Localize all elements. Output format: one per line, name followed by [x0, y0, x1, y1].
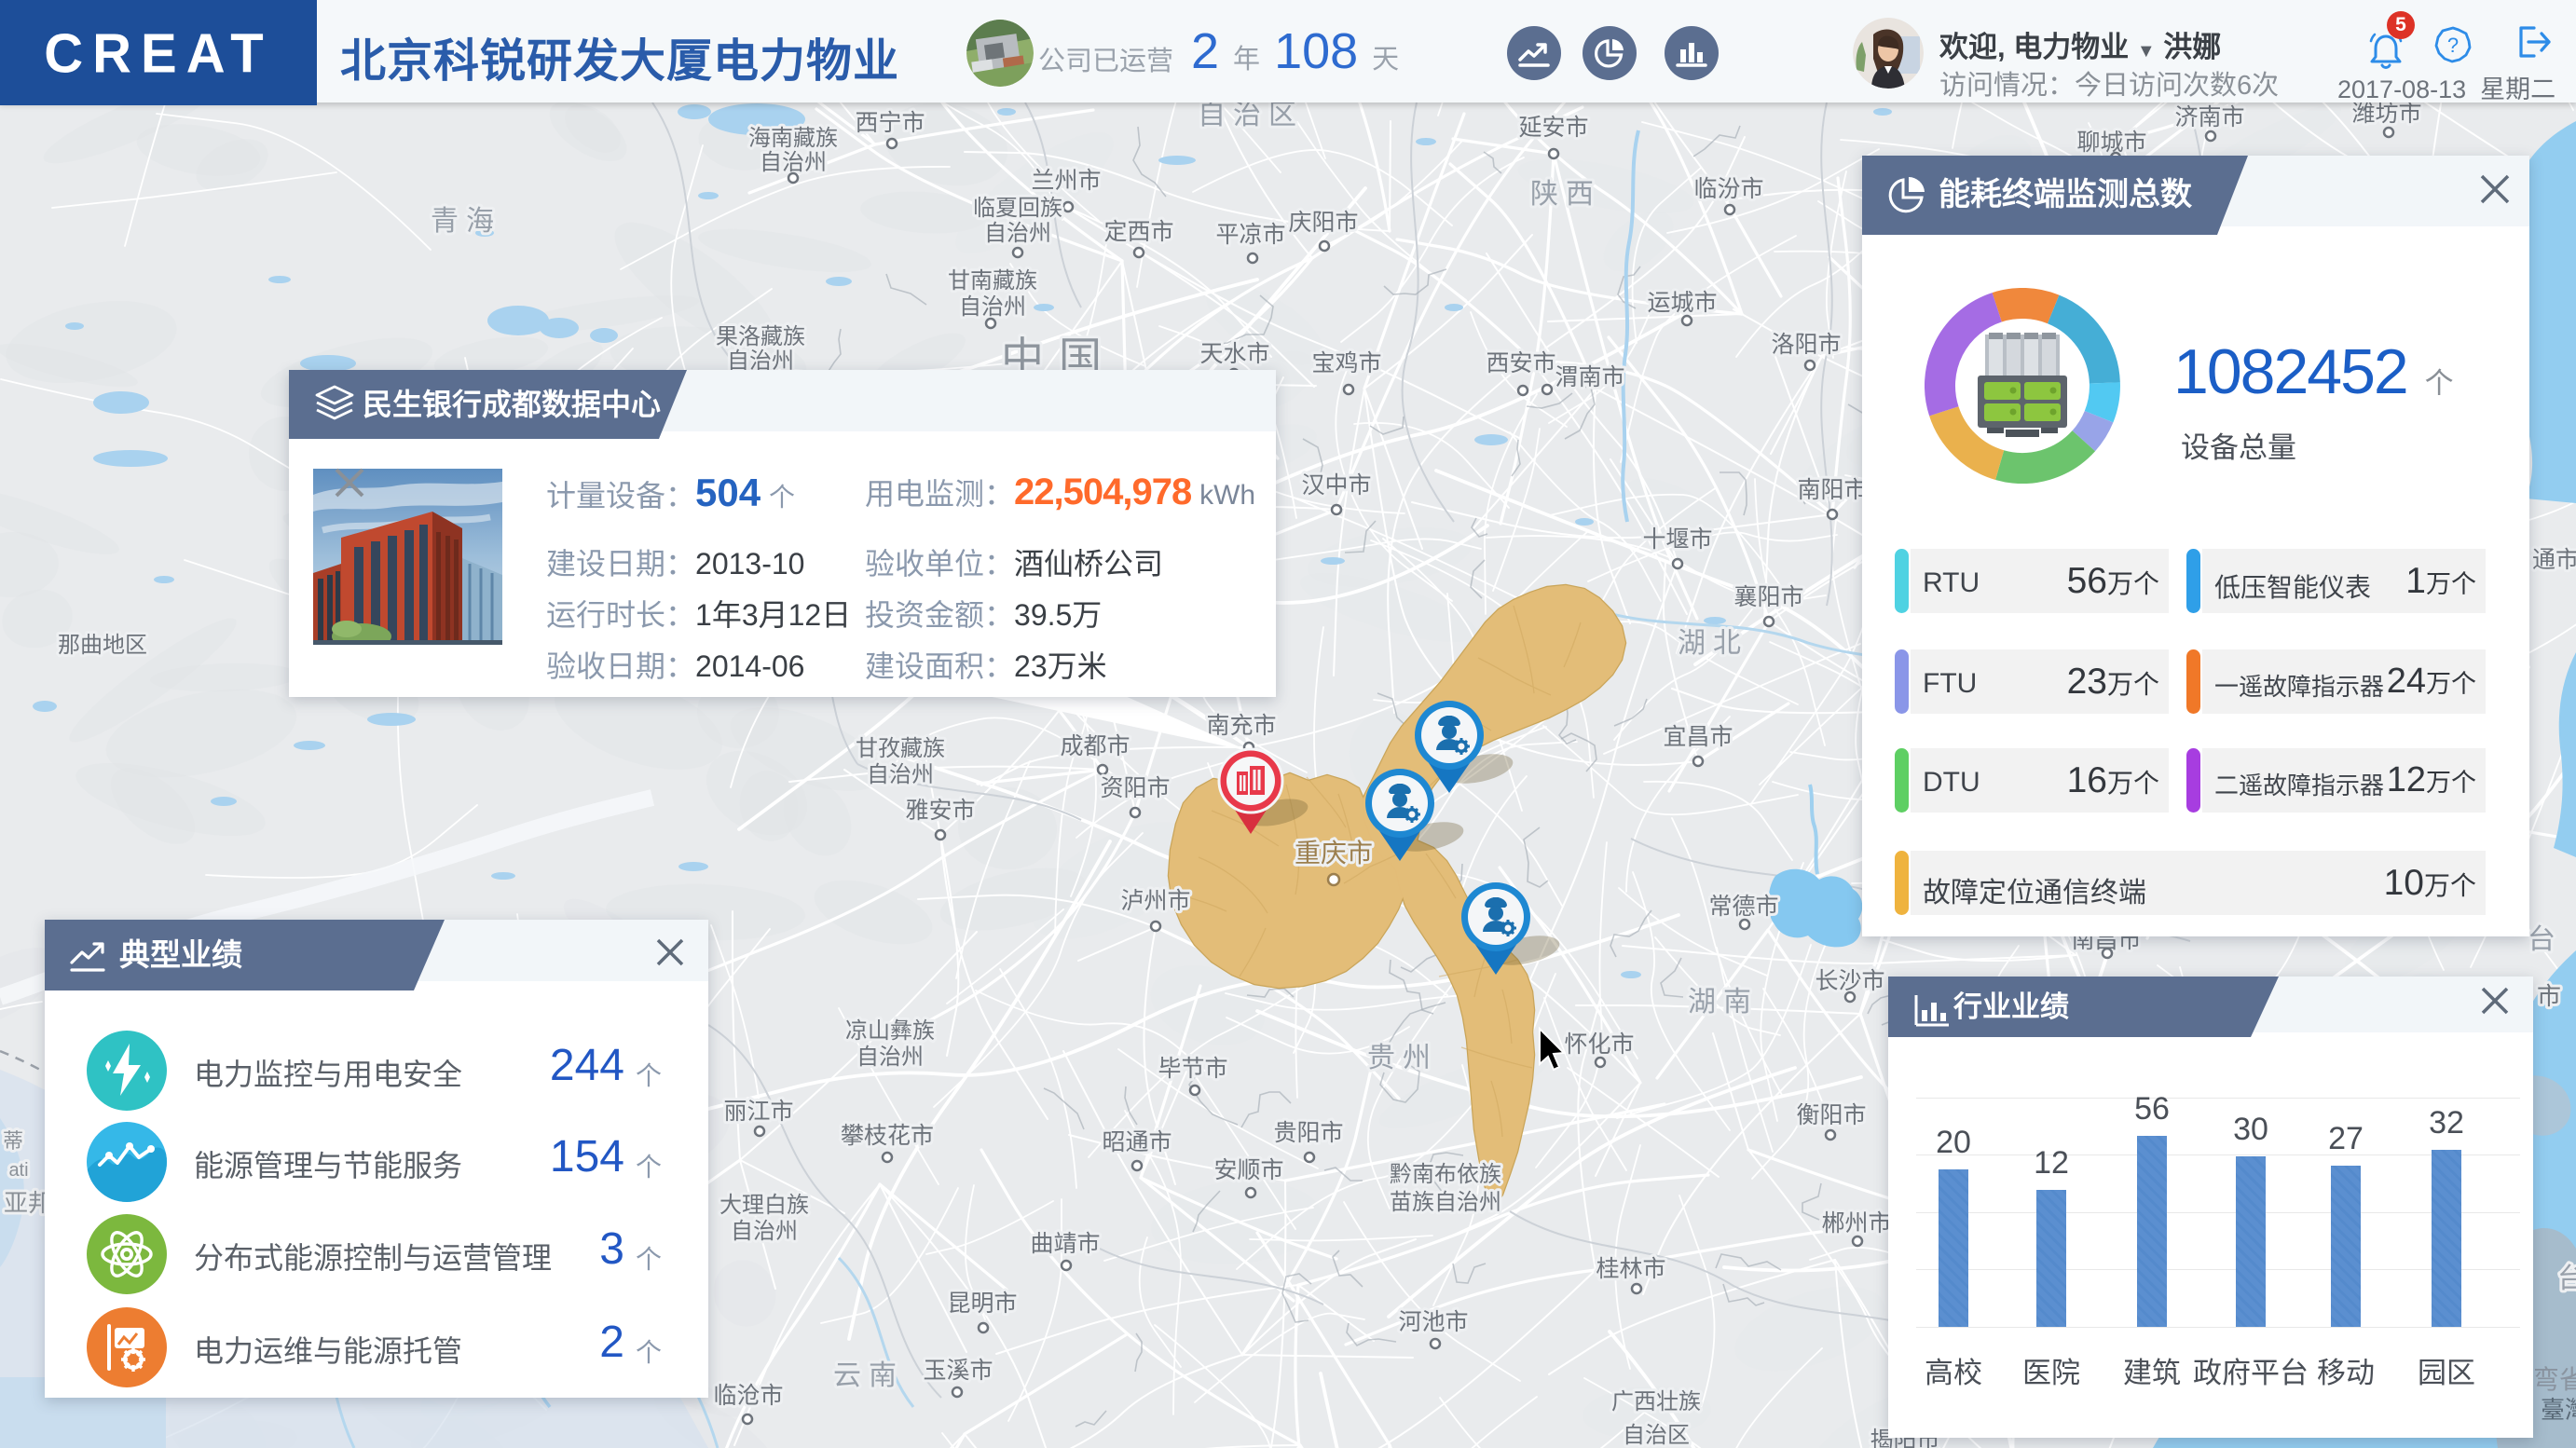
svg-text:大理白族: 大理白族: [719, 1193, 809, 1218]
svg-text:云南: 云南: [833, 1360, 904, 1391]
svg-text:长沙市: 长沙市: [1815, 968, 1884, 994]
svg-text:临夏回族: 临夏回族: [973, 196, 1062, 221]
svg-text:资阳市: 资阳市: [1100, 775, 1170, 801]
svg-text:广西壮族: 广西壮族: [1611, 1389, 1701, 1414]
svg-text:通市: 通市: [2532, 547, 2576, 573]
svg-text:昭通市: 昭通市: [1102, 1129, 1172, 1155]
svg-text:汉中市: 汉中市: [1301, 472, 1371, 499]
svg-text:西安市: 西安市: [1486, 350, 1555, 376]
svg-text:毕节市: 毕节市: [1158, 1056, 1227, 1082]
svg-text:自治州: 自治州: [760, 150, 827, 175]
svg-text:攀枝花市: 攀枝花市: [841, 1123, 934, 1149]
svg-text:果洛藏族: 果洛藏族: [716, 324, 805, 349]
svg-text:西宁市: 西宁市: [855, 110, 925, 136]
svg-text:自治州: 自治州: [731, 1219, 798, 1244]
svg-text:定西市: 定西市: [1103, 219, 1173, 245]
svg-text:常德市: 常德市: [1708, 894, 1778, 920]
svg-text:甘南藏族: 甘南藏族: [948, 268, 1037, 294]
svg-text:台: 台: [2557, 1264, 2576, 1294]
svg-text:臺灣: 臺灣: [2541, 1396, 2576, 1424]
svg-text:黔南布依族: 黔南布依族: [1390, 1162, 1501, 1187]
svg-text:湖南: 湖南: [1688, 987, 1759, 1018]
svg-text:渭南市: 渭南市: [1555, 364, 1624, 390]
svg-text:台: 台: [2528, 924, 2563, 955]
svg-text:济南市: 济南市: [2174, 104, 2244, 130]
svg-text:临沧市: 临沧市: [713, 1383, 783, 1409]
svg-text:自治州: 自治州: [959, 294, 1026, 320]
svg-text:海南藏族: 海南藏族: [748, 126, 838, 151]
svg-text:曲靖市: 曲靖市: [1030, 1231, 1100, 1257]
svg-text:自治区: 自治区: [1198, 100, 1304, 130]
svg-text:宜昌市: 宜昌市: [1663, 724, 1733, 750]
svg-text:襄阳市: 襄阳市: [1733, 584, 1803, 610]
svg-text:运城市: 运城市: [1647, 290, 1717, 316]
svg-text:兰州市: 兰州市: [1031, 168, 1101, 194]
svg-text:凉山彝族: 凉山彝族: [845, 1018, 935, 1044]
svg-text:成都市: 成都市: [1060, 733, 1130, 759]
svg-text:那曲地区: 那曲地区: [58, 633, 147, 658]
svg-text:平凉市: 平凉市: [1215, 222, 1285, 248]
svg-text:弯省: 弯省: [2533, 1365, 2576, 1394]
svg-text:自治州: 自治州: [856, 1045, 924, 1070]
svg-text:自治区: 自治区: [1623, 1423, 1690, 1448]
svg-text:庆阳市: 庆阳市: [1288, 210, 1358, 236]
svg-text:湖北: 湖北: [1678, 628, 1748, 659]
svg-text:甘孜藏族: 甘孜藏族: [856, 736, 945, 761]
svg-text:洛阳市: 洛阳市: [1771, 332, 1841, 358]
svg-text:十堰市: 十堰市: [1642, 526, 1712, 553]
svg-text:蒂: 蒂: [3, 1129, 23, 1153]
svg-text:丽江市: 丽江市: [723, 1099, 793, 1125]
svg-text:贵阳市: 贵阳市: [1273, 1120, 1343, 1146]
svg-text:怀化市: 怀化市: [1564, 1031, 1634, 1058]
svg-text:自治州: 自治州: [984, 221, 1051, 246]
svg-text:聊城市: 聊城市: [2076, 130, 2146, 156]
svg-text:安顺市: 安顺市: [1213, 1157, 1283, 1183]
svg-text:河池市: 河池市: [1398, 1309, 1468, 1335]
svg-text:临汾市: 临汾市: [1693, 176, 1763, 202]
svg-text:延安市: 延安市: [1518, 115, 1588, 141]
svg-text:陕西: 陕西: [1530, 179, 1601, 210]
svg-text:苗族自治州: 苗族自治州: [1390, 1190, 1501, 1215]
svg-text:自治州: 自治州: [867, 762, 934, 787]
svg-text:?: ?: [2447, 34, 2459, 57]
svg-text:市: 市: [2537, 982, 2561, 1010]
svg-text:重庆市: 重庆市: [1295, 839, 1373, 867]
svg-text:宝鸡市: 宝鸡市: [1311, 350, 1381, 376]
svg-text:南充市: 南充市: [1206, 713, 1276, 739]
svg-text:雅安市: 雅安市: [905, 798, 975, 824]
svg-text:郴州市: 郴州市: [1821, 1210, 1891, 1236]
svg-text:衡阳市: 衡阳市: [1796, 1102, 1866, 1128]
svg-text:桂林市: 桂林市: [1596, 1256, 1665, 1282]
svg-text:贵州: 贵州: [1367, 1043, 1438, 1073]
svg-text:天水市: 天水市: [1199, 341, 1269, 367]
svg-text:玉溪市: 玉溪市: [923, 1358, 993, 1384]
svg-text:昆明市: 昆明市: [947, 1291, 1017, 1317]
svg-text:泸州市: 泸州市: [1120, 888, 1190, 914]
svg-text:ati: ati: [8, 1160, 28, 1181]
svg-text:南阳市: 南阳市: [1797, 477, 1867, 503]
svg-text:青海: 青海: [431, 206, 501, 237]
